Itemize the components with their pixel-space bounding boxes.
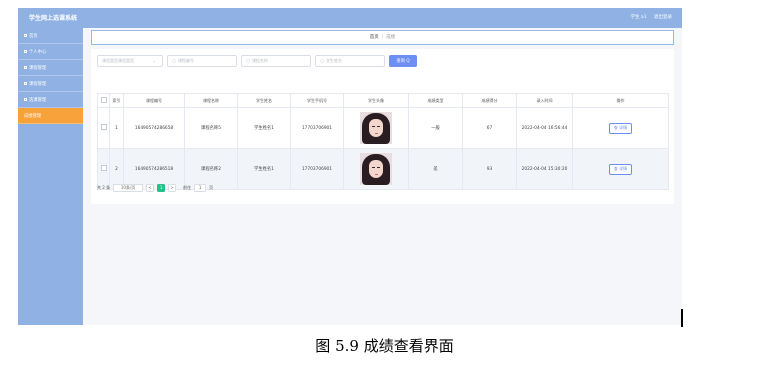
sidebar-item-course-manage[interactable]: 课程管理 (18, 60, 83, 76)
cell-action: 查 详情 (572, 148, 669, 190)
column-header: 成绩类型 (408, 93, 463, 108)
column-header: 操作 (572, 93, 669, 108)
student-avatar (360, 112, 392, 144)
table-row[interactable]: 1 16490574286658 课程名称5 学生姓名1 17703706901… (97, 107, 669, 149)
cell-course-name: 课程名称5 (184, 107, 238, 149)
sidebar-item-label: 课程管理 (29, 65, 47, 71)
search-icon: ○ (320, 58, 324, 64)
column-header: 学生手机号 (290, 93, 344, 108)
pagination: 共 2 条 10条/页 < 1 > 前往 1 页 (97, 183, 213, 192)
goto-page-input[interactable]: 1 (194, 183, 207, 192)
sidebar-item-label: 个人中心 (29, 49, 47, 55)
chevron-down-icon: ⌄ (152, 58, 156, 64)
sidebar-item-home[interactable]: 首页 (18, 28, 83, 44)
prev-page-button[interactable]: < (146, 183, 155, 192)
sidebar-item-profile[interactable]: 个人中心 (18, 44, 83, 60)
column-header: 课程名称 (184, 93, 238, 108)
student-avatar (360, 153, 392, 185)
user-icon (24, 50, 27, 53)
cell-avatar (343, 107, 409, 149)
main-content: 首页 / 成绩 课程类型课程类型 ⌄ ○ 课程编号 ○ 课程名称 ○ 学生姓名 查询 Q (83, 28, 682, 325)
menu-icon (24, 82, 27, 85)
row-checkbox[interactable] (97, 107, 110, 149)
cell-index: 1 (109, 107, 124, 149)
cell-course-id: 16490574286658 (123, 107, 185, 149)
sidebar-item-label: 选课管理 (29, 97, 47, 103)
sidebar-item-grades[interactable]: 成绩管理 (18, 108, 83, 124)
breadcrumb-current: 成绩 (386, 35, 396, 40)
home-icon (24, 34, 27, 37)
cell-phone: 17703706901 (290, 107, 344, 149)
column-header: 索引 (109, 93, 124, 108)
student-name-placeholder: 学生姓名 (325, 58, 342, 63)
sidebar-item-label: 成绩管理 (24, 113, 42, 119)
course-name-placeholder: 课程名称 (251, 58, 268, 63)
logout-link[interactable]: 退出登录 (654, 15, 672, 20)
cell-score: 93 (462, 148, 517, 190)
course-id-placeholder: 课程编号 (177, 58, 194, 63)
breadcrumb: 首页 / 成绩 (91, 30, 674, 45)
search-icon: ○ (246, 58, 250, 64)
figure-caption: 图 5.9 成绩查看界面 (315, 337, 454, 355)
grades-table: 索引 课程编号 课程名称 学生姓名 学生手机号 学生头像 成绩类型 成绩得分 录… (97, 93, 669, 190)
column-header: 录入时间 (516, 93, 573, 108)
top-right-links: 学生 a1 退出登录 (625, 14, 673, 20)
top-bar: 学生网上选课系统 学生 a1 退出登录 (18, 8, 682, 28)
column-header: 学生头像 (343, 93, 409, 108)
select-all-checkbox[interactable] (97, 93, 110, 108)
cell-score: 67 (462, 107, 517, 149)
sidebar-item-course-manage-2[interactable]: 课程管理 (18, 76, 83, 92)
goto-label: 前往 (183, 184, 192, 190)
cell-grade-type: 差 (408, 148, 463, 190)
search-bar: 课程类型课程类型 ⌄ ○ 课程编号 ○ 课程名称 ○ 学生姓名 查询 Q (97, 55, 417, 67)
cell-grade-type: 一般 (408, 107, 463, 149)
grades-panel: 课程类型课程类型 ⌄ ○ 课程编号 ○ 课程名称 ○ 学生姓名 查询 Q 索引 … (91, 49, 674, 204)
cell-student-name: 学生姓名1 (237, 148, 291, 190)
course-id-input[interactable]: ○ 课程编号 (167, 55, 237, 67)
next-page-button[interactable]: > (168, 183, 177, 192)
grade-type-select[interactable]: 课程类型课程类型 ⌄ (97, 55, 163, 67)
breadcrumb-separator: / (381, 35, 384, 40)
cell-avatar (343, 148, 409, 190)
menu-icon (24, 66, 27, 69)
menu-icon (24, 98, 27, 101)
detail-button[interactable]: 查 详情 (608, 163, 633, 175)
sidebar: 首页 个人中心 课程管理 课程管理 选课管理 成绩管理 (18, 28, 83, 325)
sidebar-item-label: 首页 (29, 33, 38, 39)
cell-time: 2022-04-04 15:30:20 (516, 148, 573, 190)
column-header: 学生姓名 (237, 93, 291, 108)
breadcrumb-home[interactable]: 首页 (370, 35, 379, 40)
sidebar-item-label: 课程管理 (29, 81, 47, 87)
sidebar-item-selection[interactable]: 选课管理 (18, 92, 83, 108)
page-unit-label: 页 (209, 184, 214, 190)
table-header-row: 索引 课程编号 课程名称 学生姓名 学生手机号 学生头像 成绩类型 成绩得分 录… (97, 93, 669, 108)
cell-student-name: 学生姓名1 (237, 107, 291, 149)
cell-time: 2022-04-04 16:56:44 (516, 107, 573, 149)
text-cursor (681, 309, 683, 327)
total-count: 共 2 条 (97, 184, 111, 190)
cell-action: 查 详情 (572, 107, 669, 149)
column-header: 课程编号 (123, 93, 185, 108)
page-size-select[interactable]: 10条/页 (113, 183, 144, 192)
page-number-current[interactable]: 1 (157, 183, 166, 192)
user-label: 学生 a1 (630, 15, 647, 20)
cell-phone: 17703706901 (290, 148, 344, 190)
grade-type-placeholder: 课程类型课程类型 (102, 58, 134, 63)
detail-button[interactable]: 查 详情 (608, 122, 633, 134)
student-name-input[interactable]: ○ 学生姓名 (315, 55, 385, 67)
course-name-input[interactable]: ○ 课程名称 (241, 55, 311, 67)
app-title: 学生网上选课系统 (29, 15, 78, 22)
column-header: 成绩得分 (462, 93, 517, 108)
query-button[interactable]: 查询 Q (389, 55, 417, 67)
app-screenshot: 学生网上选课系统 学生 a1 退出登录 首页 个人中心 课程管理 课程管理 选课… (18, 8, 682, 325)
search-icon: ○ (172, 58, 176, 64)
